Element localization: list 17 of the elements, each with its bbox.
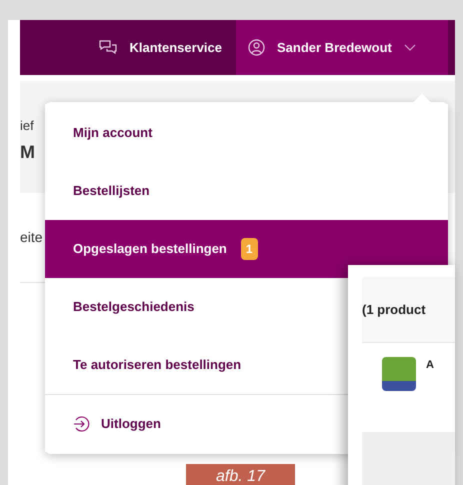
logout-icon: [73, 414, 91, 432]
page-tab-label: eite: [20, 228, 43, 247]
figure-label: afb. 17: [186, 464, 295, 485]
user-menu-button[interactable]: Sander Bredewout: [236, 20, 448, 75]
menu-item[interactable]: Opgeslagen bestellingen 1: [45, 220, 448, 278]
photo-placeholder: [382, 357, 416, 391]
user-icon: [248, 39, 265, 56]
menu-item[interactable]: Mijn account: [45, 104, 448, 162]
cart-title: (1 product: [362, 300, 426, 319]
menu-item[interactable]: Bestellijsten: [45, 162, 448, 220]
chevron-down-icon: [404, 44, 416, 51]
product-name: A: [426, 358, 434, 373]
page-heading: M: [20, 141, 35, 164]
chat-icon: [98, 39, 118, 56]
page-text: ief: [20, 116, 34, 135]
count-badge: 1: [240, 238, 258, 260]
customer-service-link[interactable]: Klantenservice: [98, 38, 236, 58]
